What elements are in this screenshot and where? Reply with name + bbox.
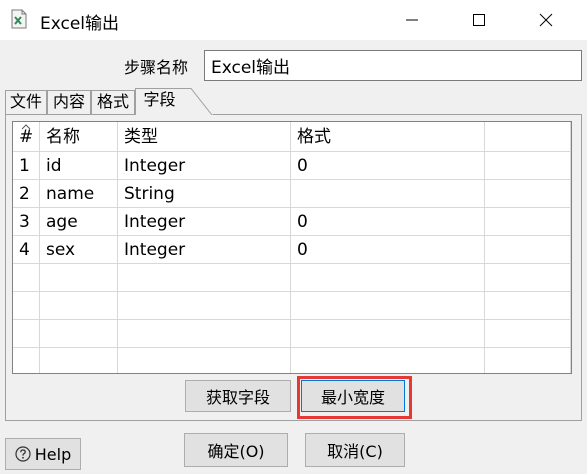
empty-cell bbox=[485, 180, 571, 208]
tab-file[interactable]: 文件 bbox=[5, 90, 47, 114]
empty-cell bbox=[40, 292, 118, 320]
minimal-width-button[interactable]: 最小宽度 bbox=[301, 380, 405, 412]
field-format-cell[interactable]: 0 bbox=[291, 236, 485, 264]
help-button[interactable]: Help bbox=[5, 438, 81, 470]
row-number: 4 bbox=[13, 236, 40, 264]
empty-cell bbox=[40, 320, 118, 348]
empty-cell bbox=[118, 264, 291, 292]
row-number: 2 bbox=[13, 180, 40, 208]
empty-cell bbox=[291, 264, 485, 292]
field-format-cell[interactable]: 0 bbox=[291, 152, 485, 180]
empty-cell bbox=[291, 320, 485, 348]
field-type-cell[interactable]: Integer bbox=[118, 152, 291, 180]
field-type-cell[interactable]: Integer bbox=[118, 208, 291, 236]
empty-cell bbox=[118, 348, 291, 373]
tab-fields[interactable]: 字段 bbox=[135, 88, 183, 115]
question-circle-icon bbox=[15, 446, 31, 462]
empty-cell bbox=[13, 348, 40, 373]
field-name-cell[interactable]: name bbox=[40, 180, 118, 208]
header-empty bbox=[485, 122, 571, 152]
empty-row[interactable] bbox=[13, 348, 571, 373]
field-name-cell[interactable]: age bbox=[40, 208, 118, 236]
sort-up-icon bbox=[21, 124, 31, 130]
close-icon bbox=[539, 13, 553, 27]
close-button[interactable] bbox=[523, 0, 569, 40]
empty-cell bbox=[40, 348, 118, 373]
empty-cell bbox=[13, 320, 40, 348]
header-format[interactable]: 格式 bbox=[291, 122, 485, 152]
help-label: Help bbox=[34, 444, 72, 464]
window-title: Excel输出 bbox=[40, 14, 120, 34]
field-name-cell[interactable]: id bbox=[40, 152, 118, 180]
empty-cell bbox=[118, 320, 291, 348]
step-name-label: 步骤名称 bbox=[124, 58, 189, 77]
table-header: # 名称 类型 格式 bbox=[13, 122, 571, 152]
row-number: 1 bbox=[13, 152, 40, 180]
empty-cell bbox=[485, 264, 571, 292]
get-fields-button[interactable]: 获取字段 bbox=[185, 380, 291, 412]
table-row[interactable]: 1 id Integer 0 bbox=[13, 152, 571, 180]
tab-format[interactable]: 格式 bbox=[91, 90, 135, 114]
empty-cell bbox=[13, 292, 40, 320]
empty-cell bbox=[13, 264, 40, 292]
ok-button[interactable]: 确定(O) bbox=[184, 433, 288, 467]
table-row[interactable]: 3 age Integer 0 bbox=[13, 208, 571, 236]
header-name[interactable]: 名称 bbox=[40, 122, 118, 152]
empty-cell bbox=[485, 348, 571, 373]
field-format-cell[interactable] bbox=[291, 180, 485, 208]
fields-table[interactable]: # 名称 类型 格式 1 id Integer 0 2 name String … bbox=[12, 121, 572, 374]
empty-cell bbox=[40, 264, 118, 292]
table-row[interactable]: 2 name String bbox=[13, 180, 571, 208]
empty-row[interactable] bbox=[13, 264, 571, 292]
tab-content[interactable]: 内容 bbox=[47, 90, 91, 114]
empty-cell bbox=[485, 236, 571, 264]
empty-cell bbox=[118, 292, 291, 320]
field-format-cell[interactable]: 0 bbox=[291, 208, 485, 236]
tab-edge bbox=[181, 88, 213, 115]
minimize-button[interactable] bbox=[389, 0, 435, 40]
empty-cell bbox=[291, 292, 485, 320]
field-type-cell[interactable]: Integer bbox=[118, 236, 291, 264]
minimize-icon bbox=[406, 19, 418, 21]
empty-cell bbox=[485, 208, 571, 236]
cancel-button[interactable]: 取消(C) bbox=[305, 433, 405, 467]
header-type[interactable]: 类型 bbox=[118, 122, 291, 152]
title-bar: Excel输出 bbox=[0, 0, 587, 40]
empty-cell bbox=[291, 348, 485, 373]
empty-cell bbox=[485, 292, 571, 320]
empty-cell bbox=[485, 152, 571, 180]
step-name-input[interactable] bbox=[204, 50, 582, 81]
field-name-cell[interactable]: sex bbox=[40, 236, 118, 264]
table-row[interactable]: 4 sex Integer 0 bbox=[13, 236, 571, 264]
row-number: 3 bbox=[13, 208, 40, 236]
maximize-button[interactable] bbox=[456, 0, 502, 40]
field-type-cell[interactable]: String bbox=[118, 180, 291, 208]
empty-row[interactable] bbox=[13, 320, 571, 348]
empty-row[interactable] bbox=[13, 292, 571, 320]
excel-file-icon bbox=[11, 9, 27, 29]
header-number[interactable]: # bbox=[13, 122, 40, 152]
empty-cell bbox=[485, 320, 571, 348]
maximize-icon bbox=[473, 14, 485, 26]
